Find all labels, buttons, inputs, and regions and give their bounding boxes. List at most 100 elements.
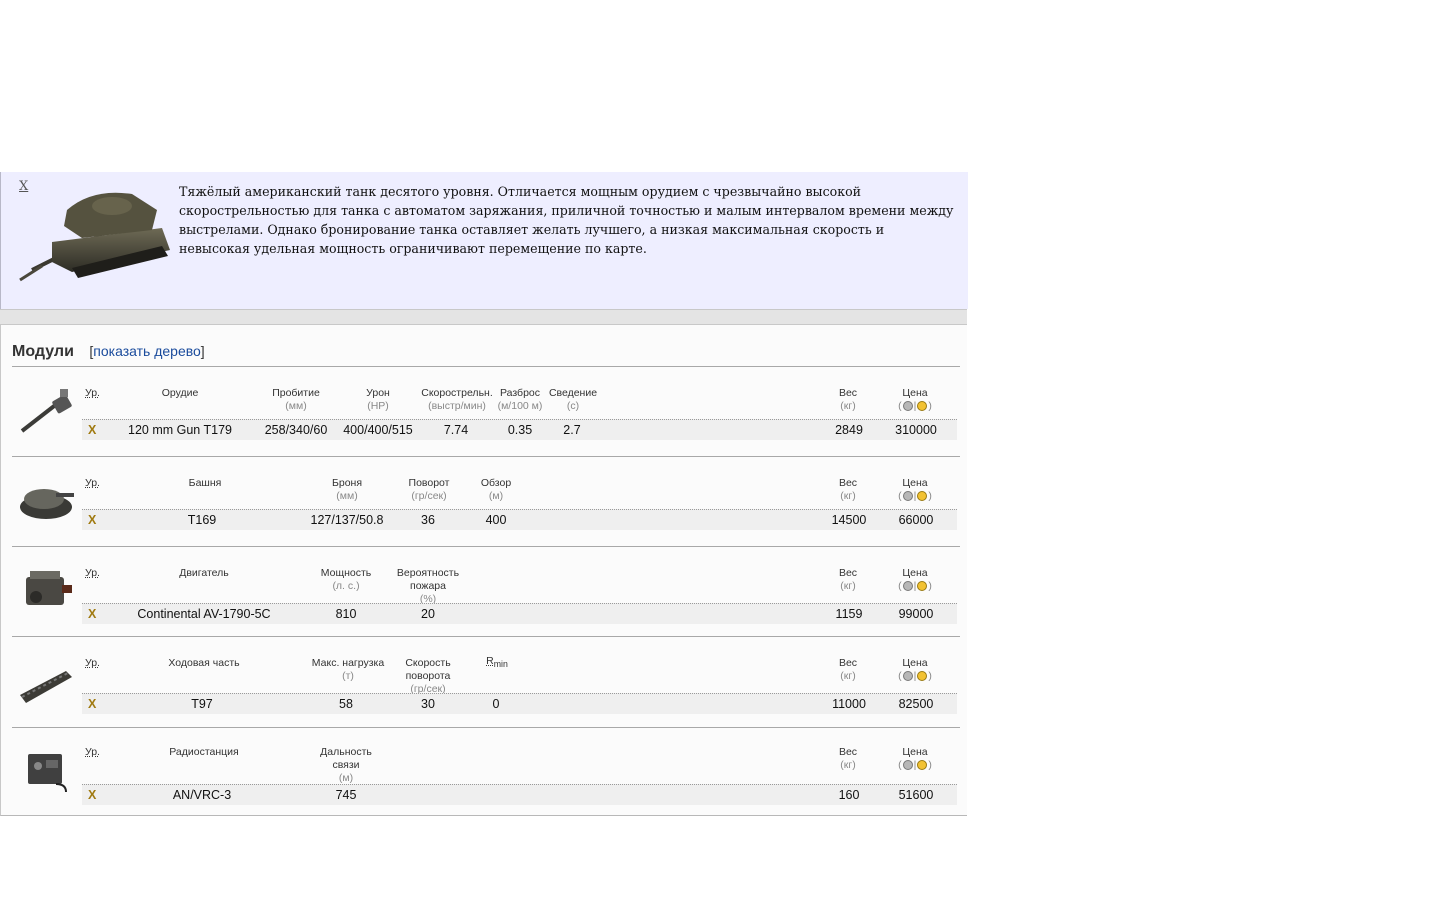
hdr-weight-label: Вес [838,567,858,579]
hdr-power-label: Мощность [320,567,372,579]
silver-coin-icon [902,491,913,502]
hdr-price-label: Цена [902,477,928,489]
cell-level: X [88,788,97,802]
hdr-pen-unit: (мм) [285,400,307,412]
cell-name: T97 [191,697,213,711]
divider [0,309,967,325]
hdr-dmg-unit: (HP) [367,400,389,412]
gold-coin-icon [917,581,928,592]
cell-name: AN/VRC-3 [172,788,232,802]
cell-signal-range: 745 [335,788,357,802]
hdr-level: Ур. [85,657,100,669]
cell-weight: 11000 [832,697,866,711]
hdr-price-label: Цена [902,567,928,579]
hdr-dmg-label: Урон [366,387,390,399]
engine-icon [26,571,72,605]
table-row: X AN/VRC-3 745 160 51600 [82,784,957,805]
hdr-damage: Урон (HP) [355,387,401,413]
cell-name: Continental AV-1790-5C [137,607,271,621]
hdr-price: Цена(|) [890,746,940,772]
hdr-gun: Орудие [161,387,199,399]
hdr-weight-label: Вес [838,657,858,669]
table-row: X T169 127/137/50.8 36 400 14500 66000 [82,509,957,530]
hdr-rof-unit: (выстр/мин) [428,400,486,412]
bracket-close: ] [200,343,205,359]
table-row: X 120 mm Gun T179 258/340/60 400/400/515… [82,419,957,440]
modules-header: Модули [показать дерево] [12,343,205,361]
hdr-max-load: Макс. нагрузка (т) [308,657,388,683]
cell-weight: 160 [838,788,860,802]
hdr-weight-unit: (кг) [840,400,856,412]
hdr-trav-label-2: поворота [405,670,451,682]
cell-name: 120 mm Gun T179 [128,423,232,437]
hdr-view-label: Обзор [480,477,512,489]
tank-image [19,192,170,282]
hdr-traverse-unit: (гр/сек) [411,490,447,502]
hdr-rof-label: Скорострельн. [421,387,493,399]
cell-traverse: 36 [421,513,435,527]
hdr-radio: Радиостанция [169,746,239,758]
hdr-load-label: Макс. нагрузка [311,657,385,669]
show-tree-link[interactable]: показать дерево [93,343,201,359]
cell-traverse-speed: 30 [421,697,435,711]
hdr-traverse-speed: Скорость поворота (гр/сек) [402,657,454,696]
cell-price: 310000 [895,423,937,437]
hdr-weight-unit: (кг) [840,670,856,682]
cell-dispersion: 0.35 [507,423,533,437]
hdr-price: Цена(|) [890,657,940,683]
cell-max-load: 58 [339,697,353,711]
hdr-rmin: Rmin [482,655,512,671]
cell-fire-chance: 20 [421,607,435,621]
hdr-level: Ур. [85,567,100,579]
tank-description: Тяжёлый американский танк десятого уровн… [179,184,954,256]
hdr-weight: Вес (кг) [830,387,866,413]
cell-name: T169 [187,513,217,527]
hdr-rmin-label: R [486,655,494,667]
hdr-view-range: Обзор (м) [476,477,516,503]
hdr-weight-unit: (кг) [840,580,856,592]
gold-coin-icon [917,671,928,682]
hdr-aim-time: Сведение (с) [546,387,600,413]
hdr-traverse-label: Поворот [408,477,450,489]
hdr-dispersion: Разброс (м/100 м) [496,387,544,413]
hdr-weight: Вес (кг) [830,477,866,503]
hdr-range-label-1: Дальность [320,746,372,758]
gold-coin-icon [917,401,928,412]
cell-level: X [88,607,97,621]
hdr-aim-label: Сведение [548,387,598,399]
hdr-weight-label: Вес [838,477,858,489]
cell-rate-of-fire: 7.74 [443,423,469,437]
hdr-price: Цена(|) [890,387,940,413]
hdr-rate-of-fire: Скорострельн. (выстр/мин) [417,387,497,413]
silver-coin-icon [902,671,913,682]
cell-damage: 400/400/515 [343,423,413,437]
modules-panel: Модули [показать дерево] Ур. Орудие Проб… [0,325,967,816]
cell-rmin: 0 [492,697,500,711]
hdr-range-label-2: связи [332,759,360,771]
hdr-price-label: Цена [902,746,928,758]
module-engine: Ур. Двигатель Мощность (л. с.) Вероятност… [12,546,960,637]
hdr-power: Мощность (л. с.) [316,567,376,593]
hdr-level: Ур. [85,477,100,489]
hdr-aim-unit: (с) [566,400,580,412]
cell-price: 82500 [898,697,934,711]
hdr-weight-label: Вес [838,746,858,758]
module-gun: Ур. Орудие Пробитие (мм) Урон (HP) Скорост… [12,366,960,457]
hdr-disp-label: Разброс [499,387,541,399]
cell-weight: 2849 [835,423,863,437]
hdr-price: Цена(|) [890,477,940,503]
cell-level: X [88,697,97,711]
hdr-signal-range: Дальность связи (м) [316,746,376,785]
hdr-price-label: Цена [902,657,928,669]
hdr-weight: Вес (кг) [830,567,866,593]
cell-price: 66000 [898,513,934,527]
hdr-level: Ур. [85,746,100,758]
gold-coin-icon [917,491,928,502]
gold-coin-icon [917,760,928,771]
hdr-price: Цена(|) [890,567,940,593]
tracks-icon [20,671,72,703]
cell-level: X [88,423,97,437]
hdr-weight-label: Вес [838,387,858,399]
hdr-traverse: Поворот (гр/сек) [404,477,454,503]
cell-armor: 127/137/50.8 [310,513,384,527]
